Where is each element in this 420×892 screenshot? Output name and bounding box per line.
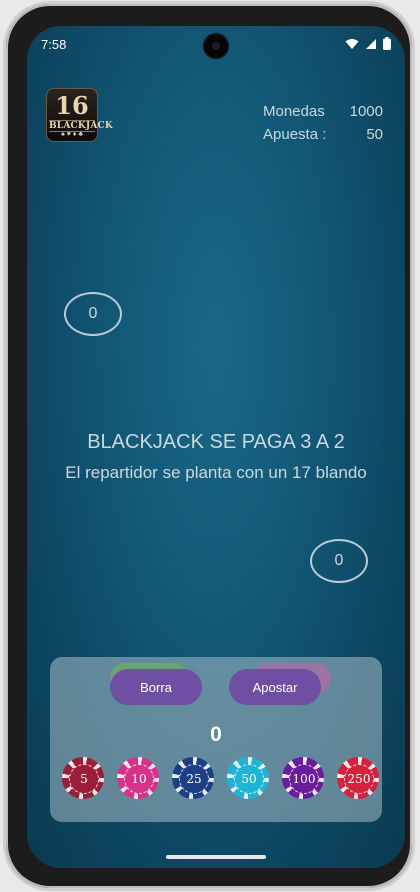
payout-message: BLACKJACK SE PAGA 3 A 2 — [87, 431, 345, 453]
phone-frame: 7:58 16 BLACKJACK ♠ ♥ ♦ ♣ Monedas 1000 A… — [6, 4, 412, 888]
chip-5[interactable]: 5 — [62, 757, 104, 799]
chip-center: 10 — [124, 764, 154, 794]
status-bar: 7:58 — [27, 26, 405, 64]
chip-center: 5 — [69, 764, 99, 794]
logo-number: 16 — [55, 91, 89, 120]
current-bet-total: 0 — [210, 723, 222, 746]
chip-center: 100 — [289, 764, 319, 794]
chip-value: 5 — [80, 772, 88, 786]
system-icons — [345, 37, 391, 50]
wifi-icon — [345, 38, 359, 49]
clear-button-group: Borra — [110, 663, 220, 705]
bet-value: 50 — [366, 126, 383, 143]
chip-value: 50 — [241, 772, 257, 786]
balance-panel: Monedas 1000 Apuesta : 50 — [263, 100, 383, 146]
chip-value: 10 — [131, 772, 147, 786]
chip-value: 250 — [347, 772, 371, 786]
coins-value: 1000 — [349, 103, 383, 120]
chip-100[interactable]: 100 — [282, 757, 324, 799]
chip-value: 100 — [292, 772, 316, 786]
coins-label: Monedas — [263, 103, 325, 120]
chip-center: 250 — [344, 764, 374, 794]
chip-50[interactable]: 50 — [227, 757, 269, 799]
dealer-score-badge: 0 — [64, 292, 122, 336]
betting-panel: Borra Apostar 0 5 10 25 50 100 250 — [50, 657, 382, 822]
battery-icon — [383, 37, 391, 50]
chip-value: 25 — [186, 772, 202, 786]
place-bet-button[interactable]: Apostar — [229, 669, 321, 705]
clear-bet-button[interactable]: Borra — [110, 669, 202, 705]
front-camera — [205, 35, 227, 57]
app-screen: 7:58 16 BLACKJACK ♠ ♥ ♦ ♣ Monedas 1000 A… — [27, 26, 405, 868]
bet-button-group: Apostar — [229, 663, 339, 705]
logo-suits: ♠ ♥ ♦ ♣ — [61, 131, 83, 138]
signal-icon — [366, 38, 376, 49]
chip-250[interactable]: 250 — [337, 757, 379, 799]
home-indicator[interactable] — [166, 855, 266, 859]
player-score-badge: 0 — [310, 539, 368, 583]
blackjack-logo: 16 BLACKJACK ♠ ♥ ♦ ♣ — [46, 88, 113, 142]
chip-row: 5 10 25 50 100 250 — [62, 757, 392, 799]
chip-center: 50 — [234, 764, 264, 794]
bet-label: Apuesta : — [263, 126, 327, 143]
status-time: 7:58 — [41, 37, 67, 52]
chip-25[interactable]: 25 — [172, 757, 214, 799]
chip-center: 25 — [179, 764, 209, 794]
dealer-rule-message: El repartidor se planta con un 17 blando — [65, 463, 367, 482]
chip-10[interactable]: 10 — [117, 757, 159, 799]
